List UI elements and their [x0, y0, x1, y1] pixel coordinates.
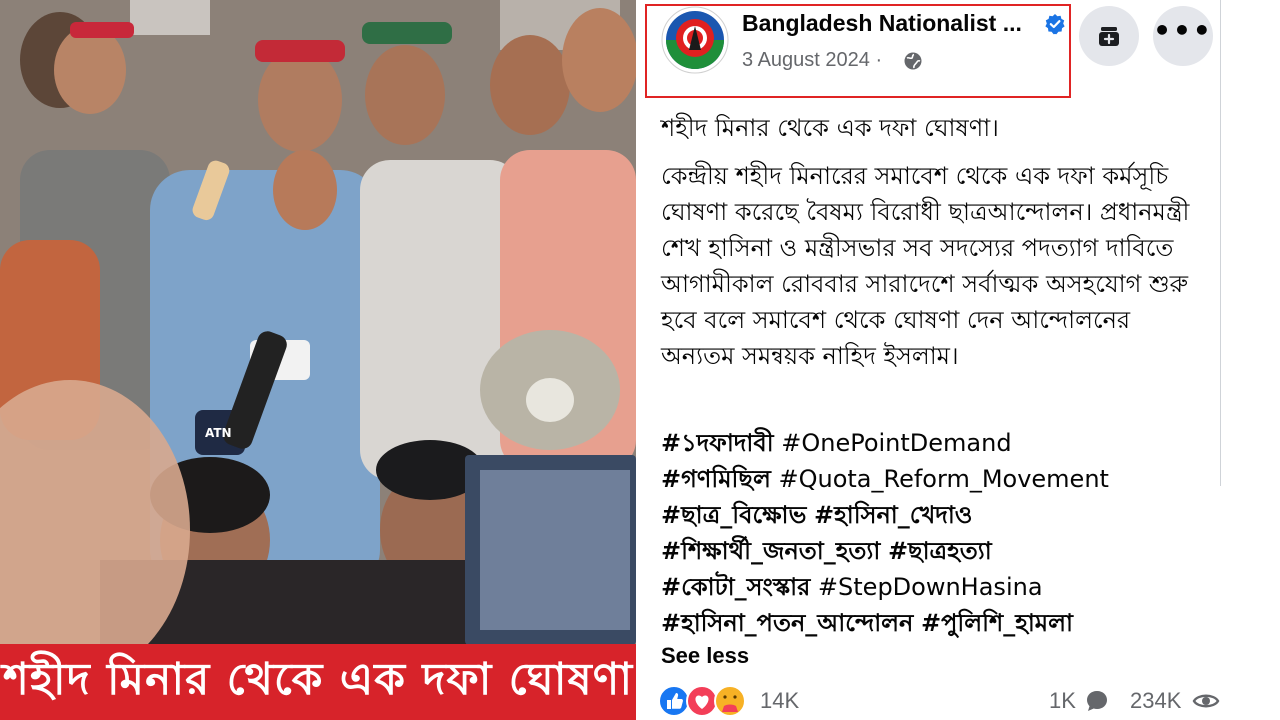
like-reaction-icon [658, 685, 690, 717]
see-less-button[interactable]: See less [661, 643, 749, 669]
hashtag-list: #১দফাদাবী #OnePointDemand #গণমিছিল #Quot… [661, 425, 1221, 641]
globe-icon [904, 52, 922, 70]
post-body: কেন্দ্রীয় শহীদ মিনারের সমাবেশ থেকে এক দ… [661, 162, 1190, 370]
verified-badge-icon [1045, 14, 1065, 35]
post-photo[interactable]: ATN শহীদ মিনার থেকে এক দফা ঘোষণা [0, 0, 636, 720]
comment-count[interactable]: 1K [1049, 688, 1076, 714]
reaction-count[interactable]: 14K [760, 688, 799, 714]
comment-icon [1087, 691, 1107, 711]
reaction-icons[interactable] [658, 684, 754, 718]
hashtag-link[interactable]: #পুলিশি_হামলা [921, 609, 1073, 637]
hashtag-link[interactable]: #গণমিছিল [661, 465, 771, 493]
post-headline: শহীদ মিনার থেকে এক দফা ঘোষণা। [661, 114, 999, 142]
hashtag-link[interactable]: #ছাত্র_বিক্ষোভ [661, 501, 806, 529]
hashtag-row: #শিক্ষার্থী_জনতা_হত্যা #ছাত্রহত্যা [661, 533, 1221, 569]
photo-caption-text: শহীদ মিনার থেকে এক দফা ঘোষণা [2, 653, 634, 705]
photo-caption-banner: শহীদ মিনার থেকে এক দফা ঘোষণা [0, 644, 636, 720]
hashtag-link[interactable]: #হাসিনা_খেদাও [814, 501, 972, 529]
hashtag-link[interactable]: #StepDownHasina [818, 573, 1043, 601]
hashtag-link[interactable]: #১দফাদাবী [661, 429, 774, 457]
hashtag-row: #কোটা_সংস্কার #StepDownHasina [661, 569, 1221, 605]
hashtag-row: #১দফাদাবী #OnePointDemand [661, 425, 1221, 461]
mic-label: ATN [205, 426, 232, 440]
hashtag-row: #গণমিছিল #Quota_Reform_Movement [661, 461, 1221, 497]
love-reaction-icon [686, 685, 718, 717]
hashtag-link[interactable]: #হাসিনা_পতন_আন্দোলন [661, 609, 913, 637]
eye-icon [1192, 694, 1220, 708]
more-options-icon: ••• [1153, 14, 1213, 47]
hashtag-link[interactable]: #ছাত্রহত্যা [888, 537, 992, 565]
hashtag-link[interactable]: #OnePointDemand [781, 429, 1011, 457]
hashtag-link[interactable]: #শিক্ষার্থী_জনতা_হত্যা [661, 537, 880, 565]
hashtag-link[interactable]: #কোটা_সংস্কার [661, 573, 810, 601]
save-post-button[interactable] [1079, 6, 1139, 66]
hashtag-row: #হাসিনা_পতন_আন্দোলন #পুলিশি_হামলা [661, 605, 1221, 641]
bnp-logo-icon [661, 6, 729, 74]
protest-photo-illustration: ATN [0, 0, 636, 644]
page-name-link[interactable]: Bangladesh Nationalist ... [742, 10, 1032, 37]
scrollbar-track[interactable] [1220, 0, 1221, 486]
page-avatar[interactable] [661, 6, 729, 74]
save-icon [1099, 27, 1119, 46]
hashtag-link[interactable]: #Quota_Reform_Movement [778, 465, 1108, 493]
post-timestamp[interactable]: 3 August 2024 · [742, 49, 882, 72]
share-count[interactable]: 234K [1130, 688, 1181, 714]
hashtag-row: #ছাত্র_বিক্ষোভ #হাসিনা_খেদাও [661, 497, 1221, 533]
more-options-button[interactable]: ••• [1153, 6, 1213, 66]
care-reaction-icon [714, 685, 746, 717]
